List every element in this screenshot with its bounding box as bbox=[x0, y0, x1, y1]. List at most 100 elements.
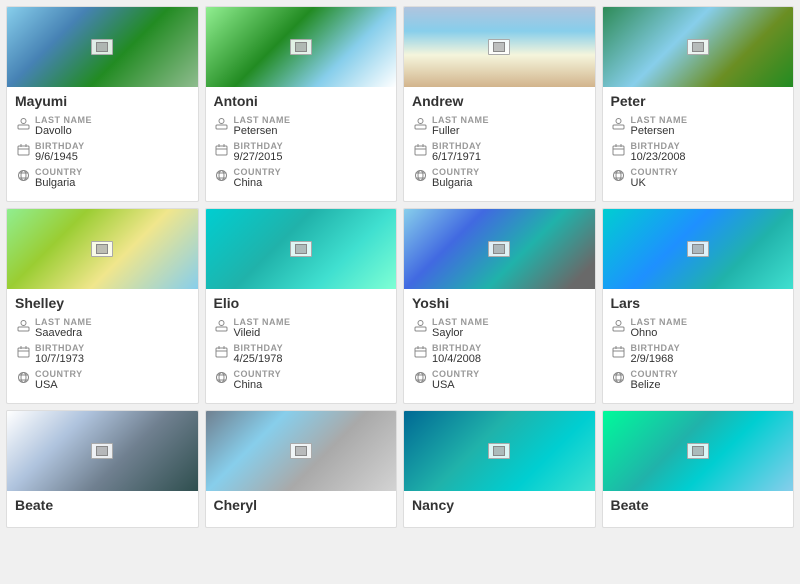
birthday-icon bbox=[214, 343, 230, 359]
card-image bbox=[603, 411, 794, 491]
card-grid: Mayumi LAST NAME Davollo BIRTHDAY 9/6/19… bbox=[6, 6, 794, 528]
birthday-field: BIRTHDAY 9/6/1945 bbox=[15, 141, 190, 163]
card-name: Beate bbox=[15, 497, 190, 513]
card-body: Mayumi LAST NAME Davollo BIRTHDAY 9/6/19… bbox=[7, 87, 198, 201]
card-nancy[interactable]: Nancy bbox=[403, 410, 596, 528]
card-beate2[interactable]: Beate bbox=[602, 410, 795, 528]
last-name-icon bbox=[611, 317, 627, 333]
image-overlay-icon bbox=[290, 443, 312, 459]
last-name-value: Petersen bbox=[631, 125, 688, 137]
card-body: Yoshi LAST NAME Saylor BIRTHDAY 10/4/200… bbox=[404, 289, 595, 403]
country-icon bbox=[15, 167, 31, 183]
last-name-icon bbox=[412, 115, 428, 131]
card-image bbox=[603, 7, 794, 87]
image-overlay-icon bbox=[687, 443, 709, 459]
country-value: UK bbox=[631, 177, 679, 189]
birthday-value: 4/25/1978 bbox=[234, 353, 284, 365]
card-shelley[interactable]: Shelley LAST NAME Saavedra BIRTHDAY 10/7… bbox=[6, 208, 199, 404]
country-label: COUNTRY bbox=[631, 369, 679, 379]
country-field: COUNTRY China bbox=[214, 167, 389, 189]
last-name-value: Fuller bbox=[432, 125, 489, 137]
country-value: Bulgaria bbox=[35, 177, 83, 189]
last-name-value: Saylor bbox=[432, 327, 489, 339]
card-image bbox=[7, 411, 198, 491]
country-field: COUNTRY UK bbox=[611, 167, 786, 189]
image-overlay-icon bbox=[687, 241, 709, 257]
birthday-value: 10/4/2008 bbox=[432, 353, 482, 365]
birthday-value: 6/17/1971 bbox=[432, 151, 482, 163]
last-name-label: LAST NAME bbox=[432, 115, 489, 125]
country-value: Belize bbox=[631, 379, 679, 391]
image-placeholder bbox=[7, 411, 198, 491]
card-cheryl[interactable]: Cheryl bbox=[205, 410, 398, 528]
birthday-icon bbox=[15, 343, 31, 359]
card-lars[interactable]: Lars LAST NAME Ohno BIRTHDAY 2/9/1968 bbox=[602, 208, 795, 404]
last-name-value: Davollo bbox=[35, 125, 92, 137]
birthday-icon bbox=[611, 343, 627, 359]
page-container[interactable]: Mayumi LAST NAME Davollo BIRTHDAY 9/6/19… bbox=[0, 0, 800, 584]
card-name: Antoni bbox=[214, 93, 389, 109]
country-field: COUNTRY China bbox=[214, 369, 389, 391]
image-overlay-icon bbox=[488, 443, 510, 459]
card-body: Andrew LAST NAME Fuller BIRTHDAY 6/17/19… bbox=[404, 87, 595, 201]
card-name: Nancy bbox=[412, 497, 587, 513]
image-placeholder bbox=[206, 209, 397, 289]
card-mayumi[interactable]: Mayumi LAST NAME Davollo BIRTHDAY 9/6/19… bbox=[6, 6, 199, 202]
birthday-label: BIRTHDAY bbox=[234, 343, 284, 353]
birthday-field: BIRTHDAY 6/17/1971 bbox=[412, 141, 587, 163]
birthday-icon bbox=[15, 141, 31, 157]
image-placeholder bbox=[603, 411, 794, 491]
card-body: Lars LAST NAME Ohno BIRTHDAY 2/9/1968 bbox=[603, 289, 794, 403]
country-label: COUNTRY bbox=[234, 167, 282, 177]
image-placeholder bbox=[404, 411, 595, 491]
country-field: COUNTRY Bulgaria bbox=[412, 167, 587, 189]
card-image bbox=[7, 209, 198, 289]
country-value: USA bbox=[432, 379, 480, 391]
country-icon bbox=[611, 369, 627, 385]
birthday-label: BIRTHDAY bbox=[631, 343, 681, 353]
card-name: Cheryl bbox=[214, 497, 389, 513]
image-placeholder bbox=[603, 7, 794, 87]
image-overlay-icon bbox=[488, 241, 510, 257]
last-name-field: LAST NAME Saylor bbox=[412, 317, 587, 339]
image-overlay-icon bbox=[488, 39, 510, 55]
card-elio[interactable]: Elio LAST NAME Vileid BIRTHDAY 4/25/1978 bbox=[205, 208, 398, 404]
card-name: Yoshi bbox=[412, 295, 587, 311]
card-name: Elio bbox=[214, 295, 389, 311]
birthday-icon bbox=[412, 343, 428, 359]
image-overlay-icon bbox=[290, 241, 312, 257]
country-value: China bbox=[234, 379, 282, 391]
country-icon bbox=[412, 369, 428, 385]
birthday-icon bbox=[214, 141, 230, 157]
last-name-value: Ohno bbox=[631, 327, 688, 339]
card-image bbox=[603, 209, 794, 289]
card-body: Elio LAST NAME Vileid BIRTHDAY 4/25/1978 bbox=[206, 289, 397, 403]
birthday-label: BIRTHDAY bbox=[631, 141, 686, 151]
country-label: COUNTRY bbox=[35, 369, 83, 379]
last-name-label: LAST NAME bbox=[234, 115, 291, 125]
birthday-label: BIRTHDAY bbox=[35, 343, 85, 353]
last-name-label: LAST NAME bbox=[631, 317, 688, 327]
card-beate1[interactable]: Beate bbox=[6, 410, 199, 528]
country-field: COUNTRY USA bbox=[15, 369, 190, 391]
card-image bbox=[404, 411, 595, 491]
last-name-value: Vileid bbox=[234, 327, 291, 339]
card-yoshi[interactable]: Yoshi LAST NAME Saylor BIRTHDAY 10/4/200… bbox=[403, 208, 596, 404]
birthday-value: 10/7/1973 bbox=[35, 353, 85, 365]
card-antoni[interactable]: Antoni LAST NAME Petersen BIRTHDAY 9/27/… bbox=[205, 6, 398, 202]
card-body: Beate bbox=[603, 491, 794, 527]
country-label: COUNTRY bbox=[432, 369, 480, 379]
card-body: Antoni LAST NAME Petersen BIRTHDAY 9/27/… bbox=[206, 87, 397, 201]
card-name: Shelley bbox=[15, 295, 190, 311]
last-name-icon bbox=[412, 317, 428, 333]
card-body: Cheryl bbox=[206, 491, 397, 527]
country-icon bbox=[611, 167, 627, 183]
card-peter[interactable]: Peter LAST NAME Petersen BIRTHDAY 10/23/… bbox=[602, 6, 795, 202]
card-name: Peter bbox=[611, 93, 786, 109]
birthday-field: BIRTHDAY 10/4/2008 bbox=[412, 343, 587, 365]
image-placeholder bbox=[206, 411, 397, 491]
image-overlay-icon bbox=[91, 241, 113, 257]
last-name-value: Saavedra bbox=[35, 327, 92, 339]
card-andrew[interactable]: Andrew LAST NAME Fuller BIRTHDAY 6/17/19… bbox=[403, 6, 596, 202]
card-body: Beate bbox=[7, 491, 198, 527]
